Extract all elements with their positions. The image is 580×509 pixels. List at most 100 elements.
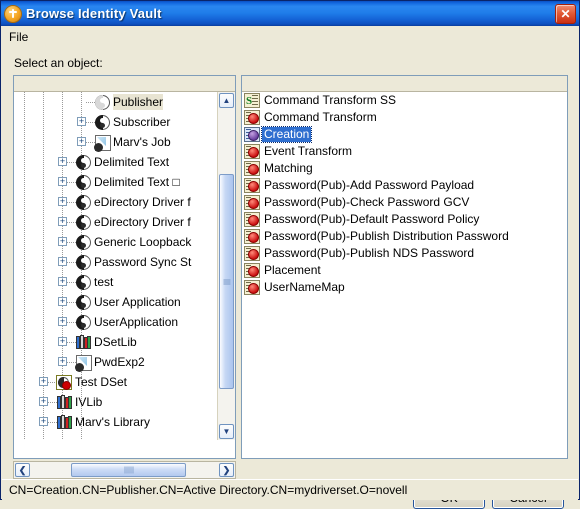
policy-icon bbox=[244, 212, 260, 227]
scroll-up-icon[interactable]: ▲ bbox=[219, 93, 234, 108]
tree-expander-icon[interactable]: + bbox=[58, 337, 67, 346]
status-bar: CN=Creation.CN=Publisher.CN=Active Direc… bbox=[2, 479, 578, 500]
tree-item[interactable]: + Subscriber bbox=[14, 112, 219, 132]
list-item[interactable]: Password(Pub)-Check Password GCV bbox=[244, 194, 471, 211]
list-item[interactable]: Creation bbox=[244, 126, 313, 143]
policy-icon bbox=[244, 144, 260, 159]
job-icon bbox=[75, 354, 92, 372]
dset-icon bbox=[56, 374, 72, 390]
title-bar[interactable]: Browse Identity Vault ✕ bbox=[1, 1, 579, 26]
tree-item[interactable]: + Delimited Text bbox=[14, 152, 219, 172]
list-item[interactable]: Password(Pub)-Publish Distribution Passw… bbox=[244, 228, 511, 245]
tree-item[interactable]: + Marv's Library bbox=[14, 412, 219, 432]
policy-icon bbox=[244, 280, 260, 295]
list-item[interactable]: Password(Pub)-Publish NDS Password bbox=[244, 245, 476, 262]
tree-item[interactable]: + IVLib bbox=[14, 392, 219, 412]
tree-item-label: Test DSet bbox=[75, 375, 128, 389]
tree-item[interactable]: + DSetLib bbox=[14, 332, 219, 352]
tree-item[interactable]: + UserApplication bbox=[14, 312, 219, 332]
close-icon[interactable]: ✕ bbox=[555, 4, 576, 24]
list-item[interactable]: Placement bbox=[244, 262, 323, 279]
list-item-label: Creation bbox=[260, 126, 313, 143]
tree-item-label: PwdExp2 bbox=[94, 355, 145, 369]
tree-item[interactable]: + Generic Loopback bbox=[14, 232, 219, 252]
tree-expander-icon[interactable]: + bbox=[58, 217, 67, 226]
tree-item[interactable]: + Password Sync St bbox=[14, 252, 219, 272]
list-item[interactable]: UserNameMap bbox=[244, 279, 347, 296]
tree-item-label: Marv's Library bbox=[75, 415, 150, 429]
tree-item[interactable]: + User Application bbox=[14, 292, 219, 312]
menu-item-file[interactable]: File bbox=[2, 28, 35, 46]
tree-expander-icon[interactable]: + bbox=[77, 117, 86, 126]
tree-item-label: Generic Loopback bbox=[94, 235, 192, 249]
tree-item-label: UserApplication bbox=[94, 315, 179, 329]
list-item-label: UserNameMap bbox=[264, 280, 345, 294]
list-item-label: Placement bbox=[264, 263, 321, 277]
tree-item[interactable]: + Marv's Job bbox=[14, 132, 219, 152]
list-item-label: Password(Pub)-Add Password Payload bbox=[264, 178, 475, 192]
tree-expander-icon[interactable]: + bbox=[58, 237, 67, 246]
driver-publisher-icon bbox=[94, 94, 110, 110]
driver-icon bbox=[75, 154, 91, 170]
policy-icon bbox=[244, 246, 260, 261]
tree-expander-icon[interactable]: + bbox=[58, 157, 67, 166]
policy-icon bbox=[244, 178, 260, 193]
tree-item[interactable]: + Test DSet bbox=[14, 372, 219, 392]
status-bar-dn-text: CN=Creation.CN=Publisher.CN=Active Direc… bbox=[9, 483, 408, 497]
tree-item-label: User Application bbox=[94, 295, 181, 309]
driver-icon bbox=[75, 234, 91, 250]
tree-expander-icon[interactable]: + bbox=[58, 257, 67, 266]
tree-expander-icon[interactable]: + bbox=[39, 397, 48, 406]
scroll-grip-icon bbox=[124, 466, 133, 474]
policy-icon bbox=[244, 161, 260, 176]
scroll-right-icon[interactable]: ❯ bbox=[219, 463, 234, 477]
policy-icon bbox=[244, 263, 260, 278]
vertical-scroll-thumb[interactable] bbox=[219, 174, 234, 389]
tree-expander-icon[interactable]: + bbox=[77, 137, 86, 146]
tree-item[interactable]: + eDirectory Driver f bbox=[14, 212, 219, 232]
tree-item[interactable]: + PwdExp2 bbox=[14, 352, 219, 372]
list-item[interactable]: S Command Transform SS bbox=[244, 92, 398, 109]
tree-expander-icon[interactable]: + bbox=[58, 177, 67, 186]
tree-expander-icon[interactable]: + bbox=[58, 357, 67, 366]
tree-item-label: Delimited Text □ bbox=[94, 175, 180, 189]
scroll-grip-icon bbox=[223, 278, 230, 285]
list-item[interactable]: Event Transform bbox=[244, 143, 354, 160]
list-item[interactable]: Matching bbox=[244, 160, 315, 177]
job-icon bbox=[94, 134, 111, 152]
tree-expander-icon[interactable]: + bbox=[39, 377, 48, 386]
scroll-down-icon[interactable]: ▼ bbox=[219, 424, 234, 439]
object-list-panel: S Command Transform SS Command Transform Cr… bbox=[241, 75, 568, 459]
list-item-label: Command Transform bbox=[264, 110, 377, 124]
tree-item-label: eDirectory Driver f bbox=[94, 215, 191, 229]
driver-icon bbox=[75, 174, 91, 190]
driver-icon bbox=[75, 254, 91, 270]
identity-vault-tree[interactable]: Publisher + Subscriber + Marv's Job + Delimite… bbox=[14, 92, 219, 440]
policy-icon bbox=[244, 110, 260, 125]
tree-item-label: Password Sync St bbox=[94, 255, 192, 269]
tree-expander-icon[interactable]: + bbox=[58, 297, 67, 306]
browse-identity-vault-dialog: Browse Identity Vault ✕ File Select an o… bbox=[0, 0, 580, 509]
tree-horizontal-scrollbar[interactable]: ❮ ❯ bbox=[13, 461, 236, 479]
list-item[interactable]: Password(Pub)-Add Password Payload bbox=[244, 177, 476, 194]
list-item[interactable]: Command Transform bbox=[244, 109, 379, 126]
menu-bar: File bbox=[2, 26, 578, 48]
scroll-left-icon[interactable]: ❮ bbox=[15, 463, 30, 477]
horizontal-scroll-thumb[interactable] bbox=[71, 463, 186, 477]
tree-expander-icon[interactable]: + bbox=[39, 417, 48, 426]
tree-item[interactable]: + test bbox=[14, 272, 219, 292]
tree-item-label: Subscriber bbox=[113, 115, 171, 129]
tree-expander-icon[interactable]: + bbox=[58, 277, 67, 286]
tree-item[interactable]: Publisher bbox=[14, 92, 219, 112]
object-list[interactable]: S Command Transform SS Command Transform Cr… bbox=[242, 92, 567, 458]
identity-vault-icon bbox=[5, 5, 21, 22]
tree-item[interactable]: + Delimited Text □ bbox=[14, 172, 219, 192]
select-object-label: Select an object: bbox=[14, 56, 103, 70]
tree-vertical-scrollbar[interactable]: ▲ ▼ bbox=[217, 92, 235, 440]
tree-item[interactable]: + eDirectory Driver f bbox=[14, 192, 219, 212]
list-item-label: Password(Pub)-Check Password GCV bbox=[264, 195, 470, 209]
tree-expander-icon[interactable]: + bbox=[58, 197, 67, 206]
tree-expander-icon[interactable]: + bbox=[58, 317, 67, 326]
list-item[interactable]: Password(Pub)-Default Password Policy bbox=[244, 211, 481, 228]
library-icon bbox=[56, 414, 72, 430]
